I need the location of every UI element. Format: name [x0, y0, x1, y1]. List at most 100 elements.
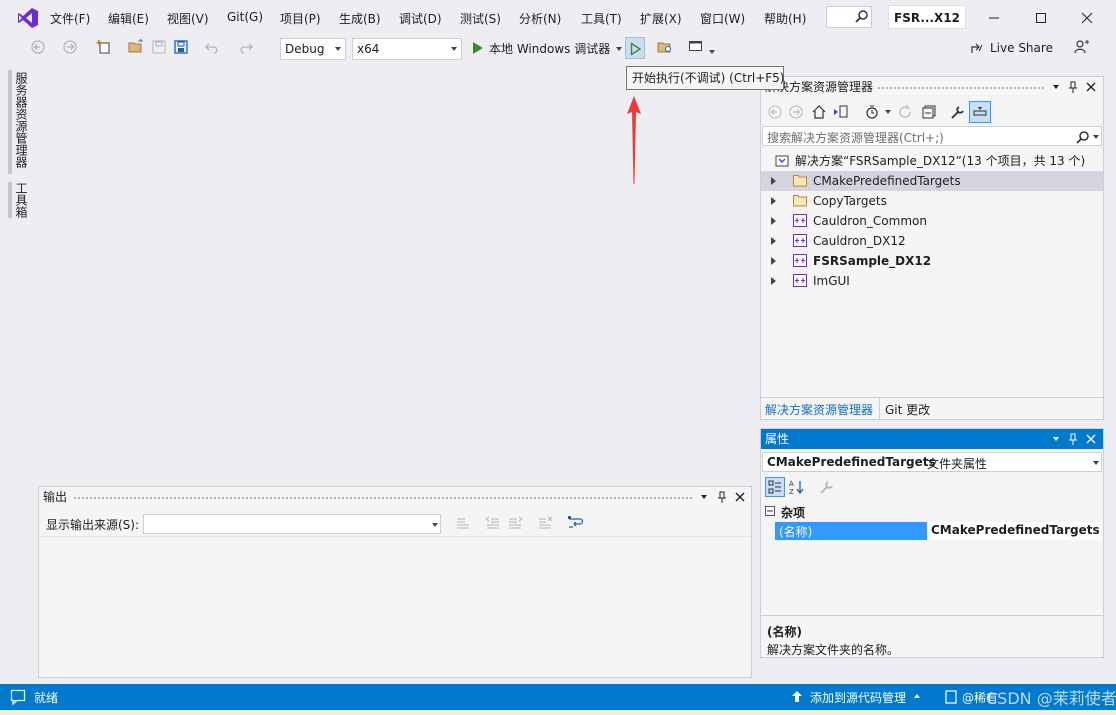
alphabetical-sort-icon[interactable]: AZ: [789, 479, 805, 495]
clear-all-icon[interactable]: [537, 515, 553, 531]
save-icon[interactable]: [151, 39, 167, 55]
tree-item-label: CopyTargets: [813, 194, 887, 208]
close-window-button[interactable]: [1077, 8, 1097, 28]
menu-analyze[interactable]: 分析(N): [519, 10, 561, 27]
solution-search-input[interactable]: 搜索解决方案资源管理器(Ctrl+;): [762, 126, 1102, 146]
chevron-down-icon[interactable]: [1093, 135, 1099, 139]
back-icon[interactable]: [767, 104, 783, 120]
chevron-down-icon[interactable]: [697, 490, 711, 504]
menu-extensions[interactable]: 扩展(X): [640, 10, 682, 27]
tree-item[interactable]: CopyTargets: [761, 191, 1103, 211]
tree-item[interactable]: ImGUI: [761, 271, 1103, 291]
chevron-down-icon[interactable]: [709, 50, 715, 54]
expand-arrow-icon[interactable]: [771, 237, 776, 245]
chevron-down-icon[interactable]: [1049, 80, 1063, 94]
feedback-person-icon[interactable]: [1074, 39, 1090, 55]
solution-explorer-toolbar: [761, 101, 1103, 123]
expand-arrow-icon[interactable]: [771, 217, 776, 225]
menu-view[interactable]: 视图(V): [167, 10, 209, 27]
forward-icon[interactable]: [62, 39, 78, 55]
pending-changes-filter-icon[interactable]: [864, 104, 880, 120]
new-project-icon[interactable]: [96, 39, 112, 55]
window-layout-icon[interactable]: [688, 39, 704, 55]
tree-item[interactable]: FSRSample_DX12: [761, 251, 1103, 271]
output-source-dropdown[interactable]: [143, 514, 441, 534]
expand-arrow-icon[interactable]: [771, 257, 776, 265]
properties-wrench-icon[interactable]: [950, 104, 966, 120]
start-without-debugging-button[interactable]: [625, 37, 645, 59]
tree-item[interactable]: CMakePredefinedTargets: [761, 171, 1103, 191]
menu-file[interactable]: 文件(F): [50, 10, 90, 27]
menu-edit[interactable]: 编辑(E): [108, 10, 149, 27]
configuration-dropdown[interactable]: Debug: [280, 38, 346, 60]
global-search-box[interactable]: [826, 6, 872, 28]
menu-debug[interactable]: 调试(D): [399, 10, 442, 27]
close-icon[interactable]: [733, 490, 747, 504]
categorized-view-button[interactable]: [765, 477, 785, 497]
word-wrap-icon[interactable]: [567, 515, 583, 531]
preview-icon: [973, 107, 987, 116]
solution-node[interactable]: 解决方案“FSRSample_DX12”(13 个项目，共 13 个): [761, 151, 1103, 171]
properties-header: 属性: [761, 429, 1103, 449]
output-text-area[interactable]: [39, 536, 751, 677]
open-folder-icon[interactable]: [128, 39, 144, 55]
close-icon[interactable]: [1084, 432, 1098, 446]
start-debugging-button[interactable]: 本地 Windows 调试器: [470, 39, 622, 57]
visual-studio-logo-icon[interactable]: [17, 7, 39, 29]
minimize-button[interactable]: [984, 8, 1004, 28]
status-ready: 就绪: [34, 691, 59, 705]
expand-arrow-icon[interactable]: [771, 177, 776, 185]
previous-message-icon[interactable]: [485, 515, 501, 531]
solution-name-badge[interactable]: FSR...X12: [888, 5, 966, 29]
add-to-source-control-button[interactable]: 添加到源代码管理: [810, 689, 906, 706]
chevron-down-icon[interactable]: [885, 110, 891, 114]
expand-arrow-icon[interactable]: [771, 277, 776, 285]
save-all-icon[interactable]: [173, 39, 189, 55]
property-pages-wrench-icon[interactable]: [819, 479, 835, 495]
chevron-down-icon[interactable]: [1049, 432, 1063, 446]
close-icon[interactable]: [1084, 80, 1098, 94]
maximize-button[interactable]: [1031, 8, 1051, 28]
live-share-button[interactable]: Live Share: [970, 40, 1054, 58]
menu-test[interactable]: 测试(S): [460, 10, 501, 27]
pin-icon[interactable]: [1066, 432, 1080, 446]
chevron-up-icon[interactable]: [914, 694, 920, 698]
expand-arrow-icon[interactable]: [771, 197, 776, 205]
property-name-cell[interactable]: (名称): [775, 522, 927, 540]
find-message-icon[interactable]: [455, 515, 471, 531]
forward-icon[interactable]: [788, 104, 804, 120]
home-icon[interactable]: [811, 104, 827, 120]
property-value-cell[interactable]: CMakePredefinedTargets: [927, 522, 1101, 540]
refresh-icon[interactable]: [897, 104, 913, 120]
menu-project[interactable]: 项目(P): [280, 10, 321, 27]
pin-icon[interactable]: [1066, 80, 1080, 94]
menu-window[interactable]: 窗口(W): [700, 10, 745, 27]
platform-value: x64: [357, 42, 380, 56]
preview-selected-items-button[interactable]: [969, 101, 991, 123]
tree-item[interactable]: Cauldron_DX12: [761, 231, 1103, 251]
solution-explorer-tabs: 解决方案资源管理器 Git 更改: [761, 397, 1103, 420]
next-message-icon[interactable]: [507, 515, 523, 531]
tab-server-explorer[interactable]: 服务器资源管理器: [12, 72, 30, 168]
tab-toolbox[interactable]: 工具箱: [12, 182, 30, 218]
chevron-down-icon[interactable]: [616, 47, 622, 51]
redo-icon[interactable]: [238, 39, 254, 55]
browse-folder-icon[interactable]: [657, 39, 673, 55]
menu-help[interactable]: 帮助(H): [764, 10, 806, 27]
output-window-icon[interactable]: [10, 689, 26, 705]
pin-icon[interactable]: [715, 490, 729, 504]
menu-git[interactable]: Git(G): [227, 10, 263, 24]
tab-git-changes[interactable]: Git 更改: [885, 401, 930, 418]
platform-dropdown[interactable]: x64: [352, 38, 462, 60]
undo-icon[interactable]: [204, 39, 220, 55]
collapse-all-icon[interactable]: [921, 104, 937, 120]
menu-build[interactable]: 生成(B): [339, 10, 381, 27]
switch-views-icon[interactable]: [833, 104, 849, 120]
category-row[interactable]: 杂项: [765, 503, 1101, 521]
object-type: 文件夹属性: [927, 457, 988, 471]
object-selector-dropdown[interactable]: CMakePredefinedTargets 文件夹属性: [762, 452, 1102, 472]
tab-solution-explorer[interactable]: 解决方案资源管理器: [765, 401, 873, 418]
tree-item[interactable]: Cauldron_Common: [761, 211, 1103, 231]
menu-tools[interactable]: 工具(T): [581, 10, 622, 27]
back-icon[interactable]: [30, 39, 46, 55]
